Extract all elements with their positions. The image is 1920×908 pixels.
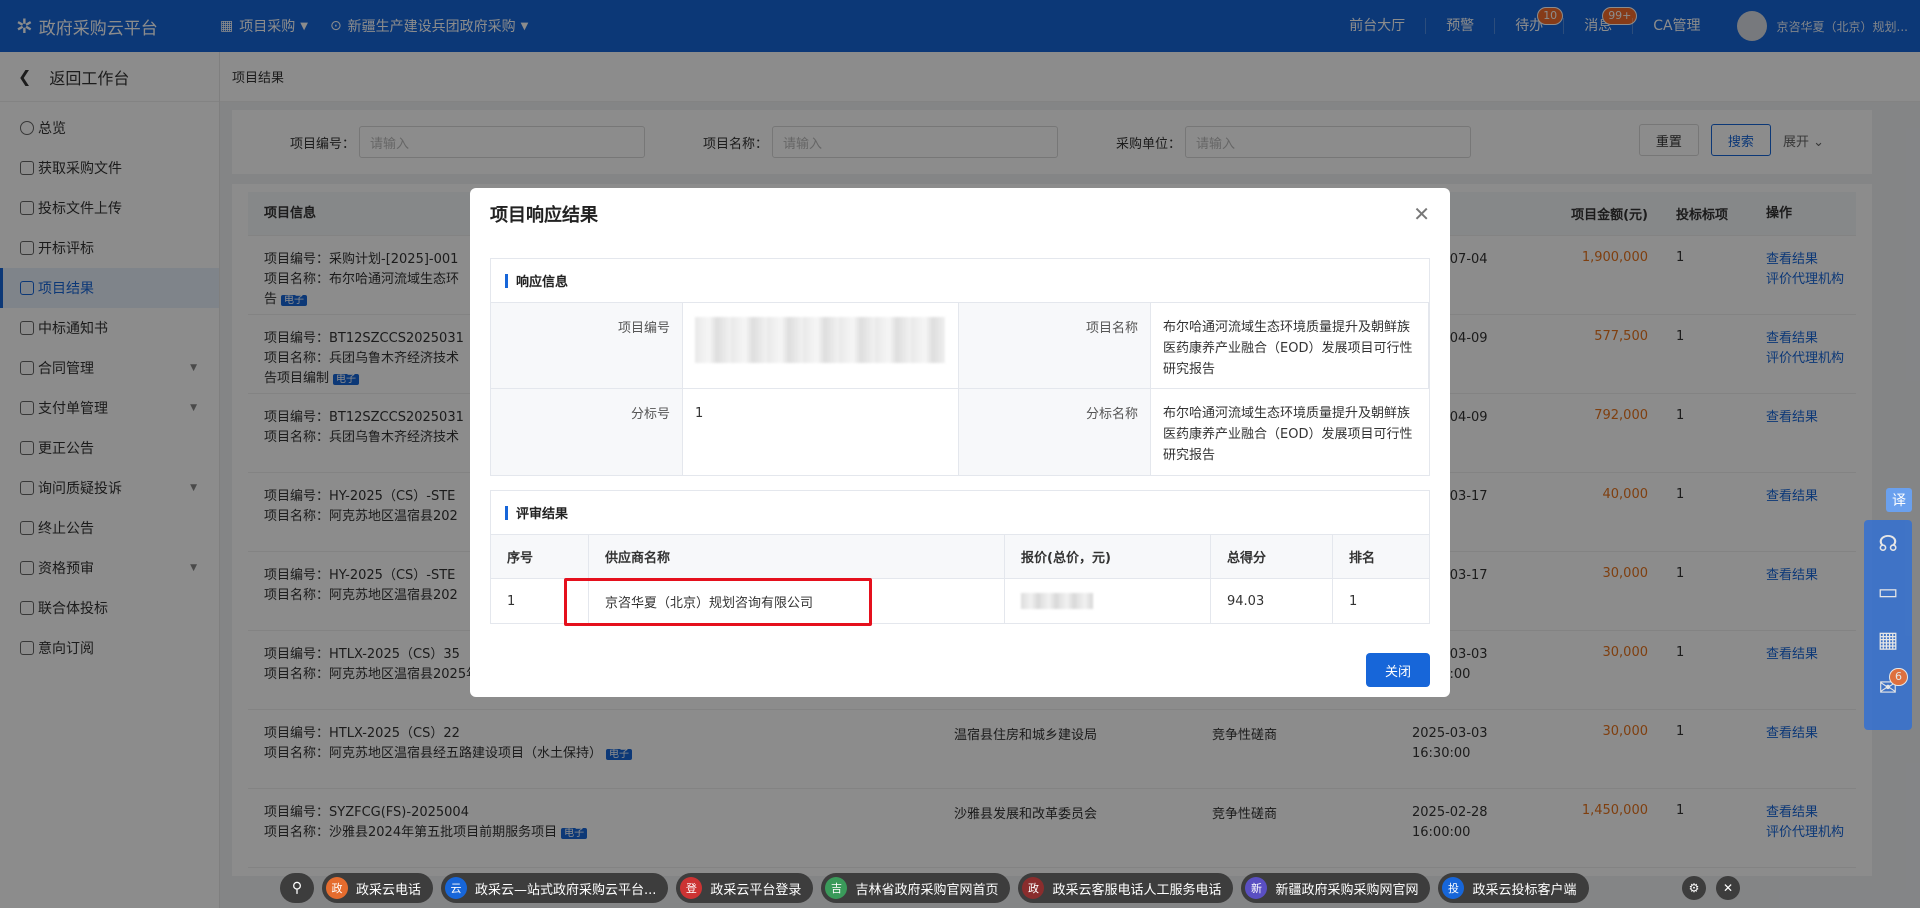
result-score: 94.03 <box>1211 579 1333 623</box>
project-code-value <box>683 303 959 389</box>
modal-footer: 关闭 <box>1366 653 1430 687</box>
app-icon: 政 <box>326 877 348 899</box>
taskbar-label: 吉林省政府采购官网首页 <box>855 882 999 898</box>
taskbar-item[interactable]: 新新疆政府采购采购网官网 <box>1241 873 1431 903</box>
taskbar-label: 新疆政府采购采购网官网 <box>1275 882 1419 898</box>
result-price <box>1005 579 1211 623</box>
qrcode-icon[interactable]: ▦ <box>1864 616 1912 664</box>
field-label: 分标号 <box>491 389 683 475</box>
chat-badge: 6 <box>1889 668 1908 686</box>
close-icon[interactable]: ✕ <box>1413 202 1430 226</box>
info-grid: 项目编号 项目名称 布尔哈通河流域生态环境质量提升及朝鲜族医药康养产业融合（EO… <box>491 303 1429 475</box>
close-icon[interactable]: ✕ <box>1716 876 1740 900</box>
field-label: 项目编号 <box>491 303 683 389</box>
floating-toolbar: ☊ ▭ ▦ ✉ 6 <box>1864 520 1912 730</box>
col-score: 总得分 <box>1211 535 1333 578</box>
result-rank: 1 <box>1349 593 1358 609</box>
col-rank: 排名 <box>1349 551 1376 566</box>
taskbar-item[interactable]: 投政采云投标客户端 <box>1438 873 1589 903</box>
taskbar-label: 政采云投标客户端 <box>1472 882 1577 898</box>
close-button[interactable]: 关闭 <box>1366 653 1430 687</box>
monitor-icon[interactable]: ▭ <box>1864 568 1912 616</box>
app-icon: 政 <box>1022 877 1045 899</box>
section-marker <box>505 505 508 520</box>
app-icon: 投 <box>1442 877 1465 899</box>
settings-icon[interactable]: ⚙ <box>1682 876 1706 900</box>
modal-title: 项目响应结果 <box>490 205 598 226</box>
highlight-box <box>564 578 872 626</box>
section-marker <box>505 273 508 288</box>
response-info-panel: 响应信息 项目编号 项目名称 布尔哈通河流域生态环境质量提升及朝鲜族医药康养产业… <box>490 258 1430 476</box>
project-name-value: 布尔哈通河流域生态环境质量提升及朝鲜族医药康养产业融合（EOD）发展项目可行性研… <box>1151 303 1429 389</box>
field-label: 分标名称 <box>959 389 1151 475</box>
modal-header: 项目响应结果 ✕ <box>470 188 1450 240</box>
system-tray: ⚙ ✕ <box>1672 876 1740 900</box>
col-no: 序号 <box>491 535 589 578</box>
section-title: 评审结果 <box>491 491 1429 535</box>
section-title-text: 评审结果 <box>516 507 569 522</box>
taskbar-item[interactable]: 政政采云电话 <box>322 873 434 903</box>
taskbar-label: 政采云电话 <box>356 882 422 898</box>
taskbar-label: 政采云—站式政府采购云平台... <box>475 882 657 898</box>
bottom-taskbar: ⚲ 政政采云电话 云政采云—站式政府采购云平台... 登政采云平台登录 吉吉林省… <box>280 872 1597 904</box>
search-icon[interactable]: ⚲ <box>280 873 314 903</box>
taskbar-item[interactable]: 云政采云—站式政府采购云平台... <box>441 873 669 903</box>
section-title: 响应信息 <box>491 259 1429 303</box>
chat-icon[interactable]: ✉ 6 <box>1864 664 1912 712</box>
col-price: 报价(总价，元) <box>1005 535 1211 578</box>
taskbar-label: 政采云客服电话人工服务电话 <box>1052 882 1222 898</box>
app-icon: 登 <box>680 877 703 899</box>
app-icon: 吉 <box>825 877 848 899</box>
redacted-block <box>695 317 945 363</box>
taskbar-label: 政采云平台登录 <box>710 882 802 898</box>
section-title-text: 响应信息 <box>516 275 569 290</box>
app-icon: 新 <box>1245 877 1268 899</box>
redacted-block <box>1021 593 1093 609</box>
result-table-header: 序号 供应商名称 报价(总价，元) 总得分 排名 <box>491 535 1429 579</box>
taskbar-item[interactable]: 政政采云客服电话人工服务电话 <box>1018 873 1234 903</box>
taskbar-item[interactable]: 登政采云平台登录 <box>676 873 814 903</box>
translate-button[interactable]: 译 <box>1886 488 1912 512</box>
lot-name-value: 布尔哈通河流域生态环境质量提升及朝鲜族医药康养产业融合（EOD）发展项目可行性研… <box>1163 406 1413 463</box>
taskbar-item[interactable]: 吉吉林省政府采购官网首页 <box>821 873 1011 903</box>
app-icon: 云 <box>445 877 468 899</box>
field-label: 项目名称 <box>959 303 1151 389</box>
lot-number-value: 1 <box>683 389 959 475</box>
col-supplier: 供应商名称 <box>589 535 1005 578</box>
headset-icon[interactable]: ☊ <box>1864 520 1912 568</box>
